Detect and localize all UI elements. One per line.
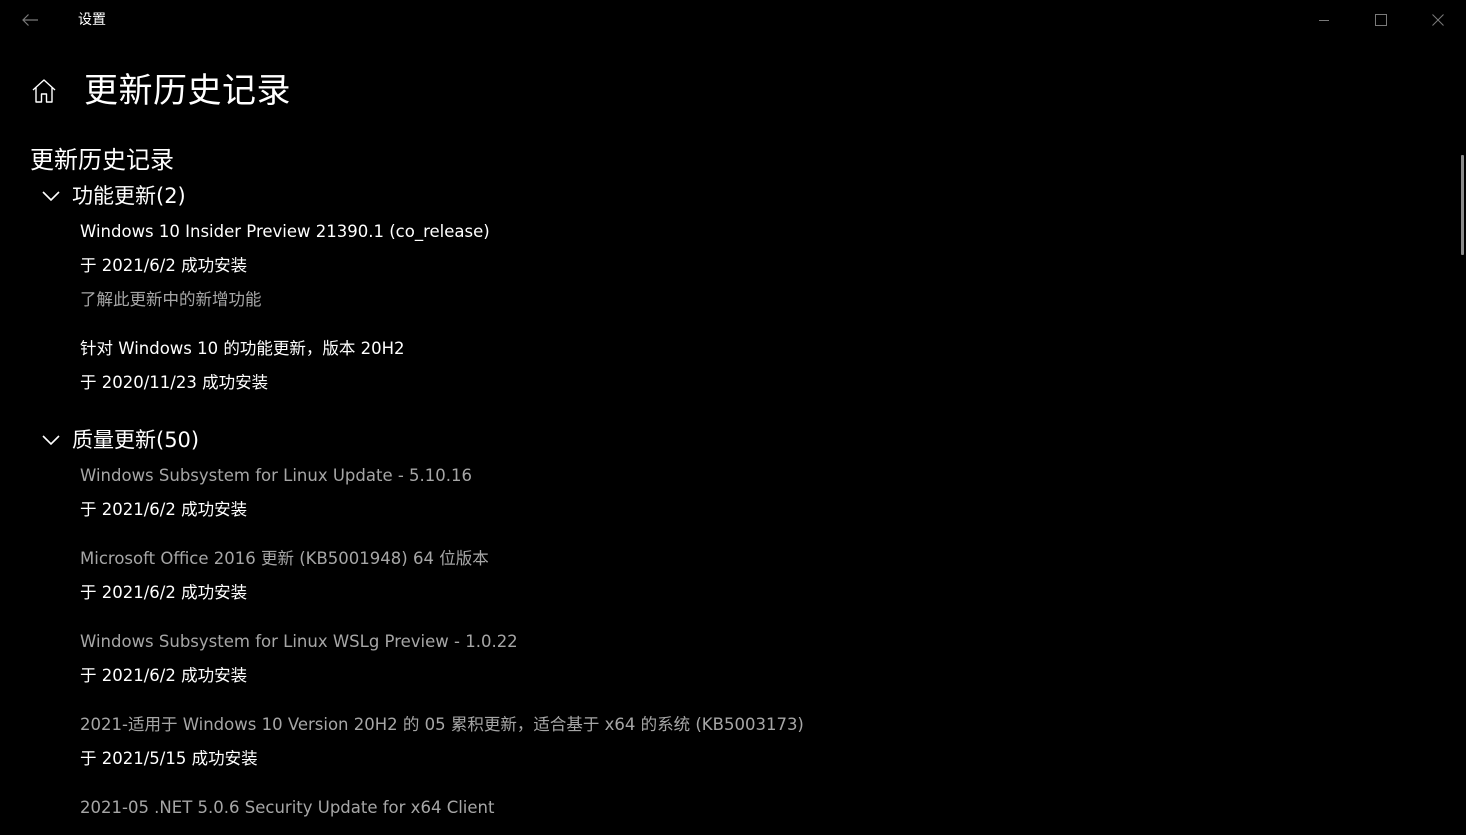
minimize-button[interactable]	[1295, 0, 1352, 40]
close-button[interactable]	[1409, 0, 1466, 40]
update-name: Windows 10 Insider Preview 21390.1 (co_r…	[80, 222, 490, 241]
update-status: 于 2021/6/2 成功安装	[80, 256, 248, 275]
group-quality-updates: 质量更新(50) Windows Subsystem for Linux Upd…	[30, 421, 1440, 825]
vertical-scrollbar[interactable]	[1461, 155, 1464, 255]
section-title: 更新历史记录	[30, 146, 174, 174]
group-header-feature-updates[interactable]: 功能更新(2)	[30, 177, 1440, 215]
close-icon	[1431, 14, 1444, 26]
update-item: 2021-05 .NET 5.0.6 Security Update for x…	[80, 791, 1440, 825]
update-list: Windows Subsystem for Linux Update - 5.1…	[30, 459, 1440, 825]
update-status: 于 2021/6/2 成功安装	[80, 500, 248, 519]
home-button[interactable]	[26, 73, 62, 109]
home-icon	[32, 79, 56, 103]
update-status: 于 2021/5/15 成功安装	[80, 749, 258, 768]
back-button[interactable]	[14, 4, 46, 36]
minimize-icon	[1318, 20, 1329, 21]
update-item: Windows 10 Insider Preview 21390.1 (co_r…	[80, 215, 1440, 317]
chevron-down-icon	[30, 177, 70, 215]
update-list: Windows 10 Insider Preview 21390.1 (co_r…	[30, 215, 1440, 400]
update-name-link[interactable]: 2021-适用于 Windows 10 Version 20H2 的 05 累积…	[80, 708, 1440, 742]
update-status: 于 2021/6/2 成功安装	[80, 583, 248, 602]
update-status: 于 2021/6/2 成功安装	[80, 666, 248, 685]
update-item: Windows Subsystem for Linux WSLg Preview…	[80, 625, 1440, 693]
app-title: 设置	[78, 12, 106, 28]
group-header-quality-updates[interactable]: 质量更新(50)	[30, 421, 1440, 459]
page-title: 更新历史记录	[84, 71, 291, 111]
update-item: 2021-适用于 Windows 10 Version 20H2 的 05 累积…	[80, 708, 1440, 776]
update-item: 针对 Windows 10 的功能更新，版本 20H2 于 2020/11/23…	[80, 332, 1440, 400]
window-controls	[1295, 0, 1466, 40]
update-item: Microsoft Office 2016 更新 (KB5001948) 64 …	[80, 542, 1440, 610]
page-header: 更新历史记录	[26, 64, 291, 118]
update-name: 针对 Windows 10 的功能更新，版本 20H2	[80, 339, 405, 358]
update-name-link[interactable]: Microsoft Office 2016 更新 (KB5001948) 64 …	[80, 542, 1440, 576]
update-status: 于 2020/11/23 成功安装	[80, 373, 269, 392]
update-name-link[interactable]: Windows Subsystem for Linux Update - 5.1…	[80, 459, 1440, 493]
back-arrow-icon	[22, 14, 38, 26]
learn-more-link[interactable]: 了解此更新中的新增功能	[80, 283, 1440, 317]
maximize-button[interactable]	[1352, 0, 1409, 40]
maximize-icon	[1374, 14, 1387, 26]
title-bar: 设置	[0, 0, 1466, 40]
group-title: 质量更新(50)	[72, 428, 200, 452]
update-history-content: 更新历史记录 功能更新(2) Windows 10 Insider Previe…	[30, 143, 1440, 825]
chevron-down-icon	[30, 421, 70, 459]
group-title: 功能更新(2)	[72, 184, 186, 208]
update-name-link[interactable]: 2021-05 .NET 5.0.6 Security Update for x…	[80, 791, 1440, 825]
update-item: Windows Subsystem for Linux Update - 5.1…	[80, 459, 1440, 527]
update-name-link[interactable]: Windows Subsystem for Linux WSLg Preview…	[80, 625, 1440, 659]
settings-window: 设置 更新历史记录 更新历史记录 功能更新(2) Windows 10 Insi…	[0, 0, 1466, 835]
group-feature-updates: 功能更新(2) Windows 10 Insider Preview 21390…	[30, 177, 1440, 400]
